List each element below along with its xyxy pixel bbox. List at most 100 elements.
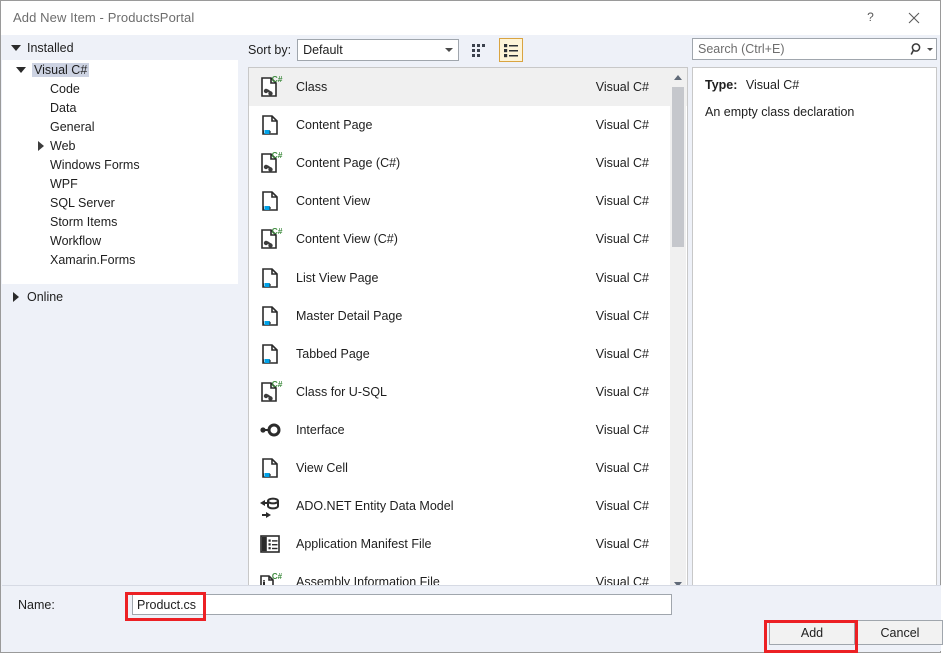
close-button[interactable] [892,1,936,34]
tree-item-storm-items[interactable]: Storm Items [2,212,238,231]
tree-body-installed: Visual C# Code Data General Web Windows … [2,60,238,284]
tree-group-installed[interactable]: Installed [2,35,238,60]
tree-item-workflow-label: Workflow [50,233,102,248]
xaml-page-file-icon [256,454,284,482]
interface-icon [256,416,284,444]
list-item[interactable]: Content View Visual C# [249,182,687,220]
list-item[interactable]: List View Page Visual C# [249,258,687,296]
xaml-page-file-icon [256,187,284,215]
list-toolbar: Sort by: Default [248,37,688,63]
list-item[interactable]: C# Content Page (C#) Visual C# [249,144,687,182]
triangle-down-icon [16,65,26,75]
list-item-name: Class for U-SQL [296,384,387,399]
list-item-name: Content Page (C#) [296,156,401,171]
tree-item-workflow[interactable]: Workflow [2,231,238,250]
tree-item-data-label: Data [50,100,77,115]
list-item-language: Visual C# [595,346,649,361]
sort-by-dropdown[interactable]: Default [297,39,460,61]
list-item-language: Visual C# [595,308,649,323]
tree-item-wpf-label: WPF [50,176,78,191]
detail-type-row: Type: Visual C# [705,78,924,92]
scroll-up-arrow-icon[interactable] [670,69,686,85]
list-item[interactable]: Master Detail Page Visual C# [249,297,687,335]
list-item-name: Application Manifest File [296,537,432,552]
tree-item-sql-server[interactable]: SQL Server [2,193,238,212]
cancel-button[interactable]: Cancel [857,620,943,645]
list-item[interactable]: C# Class Visual C# [249,68,687,107]
xaml-page-file-icon [256,264,284,292]
sort-by-value: Default [303,43,343,57]
list-item-name: Master Detail Page [296,308,403,323]
list-item-name: Interface [296,422,345,437]
csharp-class-file-icon: C# [256,225,284,253]
entity-data-model-icon [256,492,284,520]
csharp-class-file-icon: C# [256,73,284,101]
list-vertical-scrollbar[interactable] [670,69,686,591]
tree-item-general-label: General [50,119,95,134]
magnifier-icon[interactable] [906,39,936,59]
list-item[interactable]: Tabbed Page Visual C# [249,335,687,373]
name-label: Name: [18,598,55,612]
list-item-language: Visual C# [595,156,649,171]
xaml-page-file-icon [256,340,284,368]
scrollbar-thumb[interactable] [672,87,684,247]
list-item[interactable]: C# Class for U-SQL Visual C# [249,373,687,411]
tiles-view-icon [472,44,486,57]
tree-item-web-label: Web [50,138,76,153]
list-item-name: Content Page [296,118,373,133]
details-view-icon [504,44,519,58]
add-button[interactable]: Add [769,620,855,645]
tree-group-online[interactable]: Online [2,284,238,309]
details-view-button[interactable] [499,38,524,62]
list-item-name: Content View [296,194,371,209]
template-list[interactable]: C# Class Visual C# Content Page Visual C… [248,67,688,592]
tree-item-windows-forms-label: Windows Forms [50,157,140,172]
list-item-language: Visual C# [595,194,649,209]
list-item-name: List View Page [296,270,379,285]
svg-text:C#: C# [272,379,283,389]
list-item[interactable]: Application Manifest File Visual C# [249,525,687,563]
search-box[interactable] [692,38,937,60]
csharp-class-file-icon: C# [256,149,284,177]
tree-item-wpf[interactable]: WPF [2,174,238,193]
list-item[interactable]: C# Content View (C#) Visual C# [249,220,687,258]
template-tree-panel: Installed Visual C# Code Data General We… [2,35,238,587]
list-item-name: Content View (C#) [296,232,398,247]
tree-item-code-label: Code [50,81,80,96]
tiles-view-button[interactable] [467,38,491,62]
detail-type-label: Type: [705,78,738,92]
xaml-page-file-icon [256,111,284,139]
tree-item-web[interactable]: Web [2,136,238,155]
list-item-language: Visual C# [595,118,649,133]
list-item-language: Visual C# [595,384,649,399]
tree-item-code[interactable]: Code [2,79,238,98]
svg-text:C#: C# [272,226,283,236]
tree-item-storm-items-label: Storm Items [50,214,118,229]
tree-item-general[interactable]: General [2,117,238,136]
tree-item-xamarin-forms-label: Xamarin.Forms [50,252,136,267]
list-item-name: Tabbed Page [296,346,370,361]
tree-item-xamarin-forms[interactable]: Xamarin.Forms [2,250,238,269]
list-item[interactable]: ADO.NET Entity Data Model Visual C# [249,487,687,525]
list-item-name: Class [296,80,328,95]
dialog-footer: Name: Add Cancel [2,585,943,651]
detail-type-value: Visual C# [745,78,800,92]
list-item-language: Visual C# [595,80,649,95]
search-input[interactable] [693,39,906,59]
tree-item-windows-forms[interactable]: Windows Forms [2,155,238,174]
xaml-page-file-icon [256,302,284,330]
tree-item-visual-csharp-label: Visual C# [32,62,90,77]
list-item-name: ADO.NET Entity Data Model [296,499,454,514]
tree-item-data[interactable]: Data [2,98,238,117]
list-item-language: Visual C# [595,270,649,285]
tree-item-visual-csharp[interactable]: Visual C# [2,60,238,79]
title-bar: Add New Item - ProductsPortal ? [1,1,940,35]
svg-text:C#: C# [272,74,283,84]
item-details-panel: Type: Visual C# An empty class declarati… [692,67,937,592]
list-item[interactable]: View Cell Visual C# [249,449,687,487]
help-button[interactable]: ? [848,1,892,34]
list-item[interactable]: Interface Visual C# [249,411,687,449]
manifest-file-icon [256,530,284,558]
list-item[interactable]: Content Page Visual C# [249,106,687,144]
name-input[interactable] [132,594,672,615]
